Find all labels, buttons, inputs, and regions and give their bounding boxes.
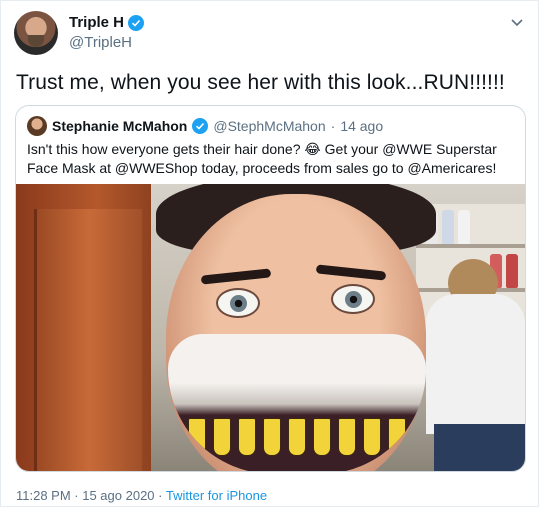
meta-separator: · [158, 488, 163, 503]
photo-bottle [458, 210, 470, 244]
quoted-separator: · [330, 118, 336, 134]
quoted-author-name: Stephanie McMahon [52, 118, 188, 134]
tweet-timestamp[interactable]: 11:28 PM · 15 ago 2020 [16, 488, 155, 503]
photo-person-pants [434, 424, 525, 471]
mask-tooth [263, 418, 281, 456]
author-avatar[interactable] [14, 11, 58, 55]
verified-badge-icon [128, 14, 145, 31]
photo-left-eye [216, 288, 260, 318]
mask-tooth [363, 418, 381, 456]
quoted-avatar [27, 116, 47, 136]
quoted-header: Stephanie McMahon @StephMcMahon · 14 ago [27, 116, 383, 136]
mask-teeth [188, 418, 406, 458]
photo-door [34, 209, 142, 471]
mask-tooth [288, 418, 306, 456]
mask-tooth [238, 418, 256, 456]
photo-iris [229, 294, 247, 312]
photo-right-eye [331, 284, 375, 314]
verified-badge-icon [192, 118, 209, 134]
author-handle[interactable]: @TripleH [69, 34, 132, 51]
quoted-tweet[interactable]: Stephanie McMahon @StephMcMahon · 14 ago… [15, 105, 526, 472]
author-name[interactable]: Triple H [69, 14, 124, 31]
mask-tooth [388, 418, 406, 456]
tweet-card: Triple H @TripleH Trust me, when you see… [0, 0, 539, 507]
tweet-meta: 11:28 PM · 15 ago 2020 · Twitter for iPh… [16, 488, 267, 503]
mask-tooth [313, 418, 331, 456]
author-name-row[interactable]: Triple H [69, 14, 145, 31]
photo-person-shirt [426, 294, 525, 434]
photo-face-mask [168, 334, 426, 471]
quoted-text: Isn't this how everyone gets their hair … [27, 141, 497, 176]
mask-tooth [188, 418, 206, 456]
quoted-time: 14 ago [340, 118, 384, 134]
tweet-source-link[interactable]: Twitter for iPhone [166, 488, 267, 503]
photo-iris [344, 290, 362, 308]
quoted-photo[interactable] [16, 184, 525, 471]
photo-bottle [506, 254, 518, 288]
chevron-down-icon[interactable] [508, 13, 526, 31]
mask-tooth [213, 418, 231, 456]
avatar-beard [28, 35, 44, 47]
quoted-author-handle: @StephMcMahon [213, 118, 326, 134]
photo-bottle [442, 210, 454, 244]
mask-tooth [338, 418, 356, 456]
tweet-text: Trust me, when you see her with this loo… [16, 71, 505, 94]
